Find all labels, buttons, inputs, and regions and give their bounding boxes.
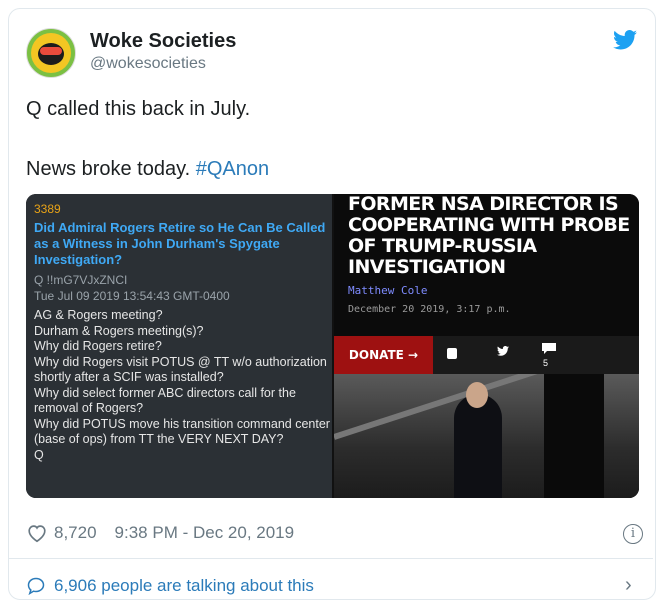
tweet-footer: 8,720 9:38 PM - Dec 20, 2019 (26, 522, 294, 544)
q-post-number: 3389 (34, 202, 61, 216)
comment-count: 5 (543, 358, 549, 368)
media-attachment[interactable]: 3389 Did Admiral Rogers Retire so He Can… (26, 194, 639, 498)
article-date: December 20 2019, 3:17 p.m. (348, 304, 511, 315)
talking-link[interactable]: 6,906 people are talking about this (26, 576, 314, 596)
article-author: Matthew Cole (348, 284, 428, 297)
q-post-body: AG & Rogers meeting? Durham & Rogers mee… (34, 308, 330, 462)
tweet-text-line2: News broke today. #QAnon (26, 158, 269, 181)
facebook-icon (447, 348, 457, 359)
q-post-title: Did Admiral Rogers Retire so He Can Be C… (34, 220, 326, 267)
comment-icon (542, 343, 556, 354)
handle[interactable]: @wokesocieties (90, 55, 206, 73)
q-post-date: Tue Jul 09 2019 13:54:43 GMT-0400 (34, 289, 230, 303)
info-icon[interactable]: i (623, 524, 643, 544)
twitter-share-icon (497, 346, 509, 356)
talking-text[interactable]: 6,906 people are talking about this (54, 576, 314, 596)
article-photo (334, 374, 639, 498)
tweet-timestamp[interactable]: 9:38 PM - Dec 20, 2019 (115, 523, 295, 543)
donate-button: DONATE → (334, 336, 433, 374)
like-count[interactable]: 8,720 (54, 523, 97, 543)
chevron-right-icon[interactable]: › (625, 574, 632, 597)
comment-bubble-icon (27, 577, 45, 596)
article-image: Former NSA Director Is Cooperating With … (334, 194, 639, 498)
twitter-bird-icon[interactable] (613, 30, 637, 50)
hashtag-link[interactable]: #QAnon (196, 158, 269, 180)
display-name[interactable]: Woke Societies (90, 30, 236, 53)
tweet-text-line2-main: News broke today. (26, 158, 191, 180)
heart-icon[interactable] (26, 522, 48, 544)
divider (9, 558, 653, 559)
q-post-image: 3389 Did Admiral Rogers Retire so He Can… (26, 194, 332, 498)
article-headline: Former NSA Director Is Cooperating With … (348, 194, 630, 278)
share-bar: 5 (433, 336, 639, 374)
q-post-tripcode: Q !!mG7VJxZNCI (34, 273, 128, 287)
avatar[interactable] (26, 28, 76, 78)
tweet-text-line1: Q called this back in July. (26, 98, 251, 120)
